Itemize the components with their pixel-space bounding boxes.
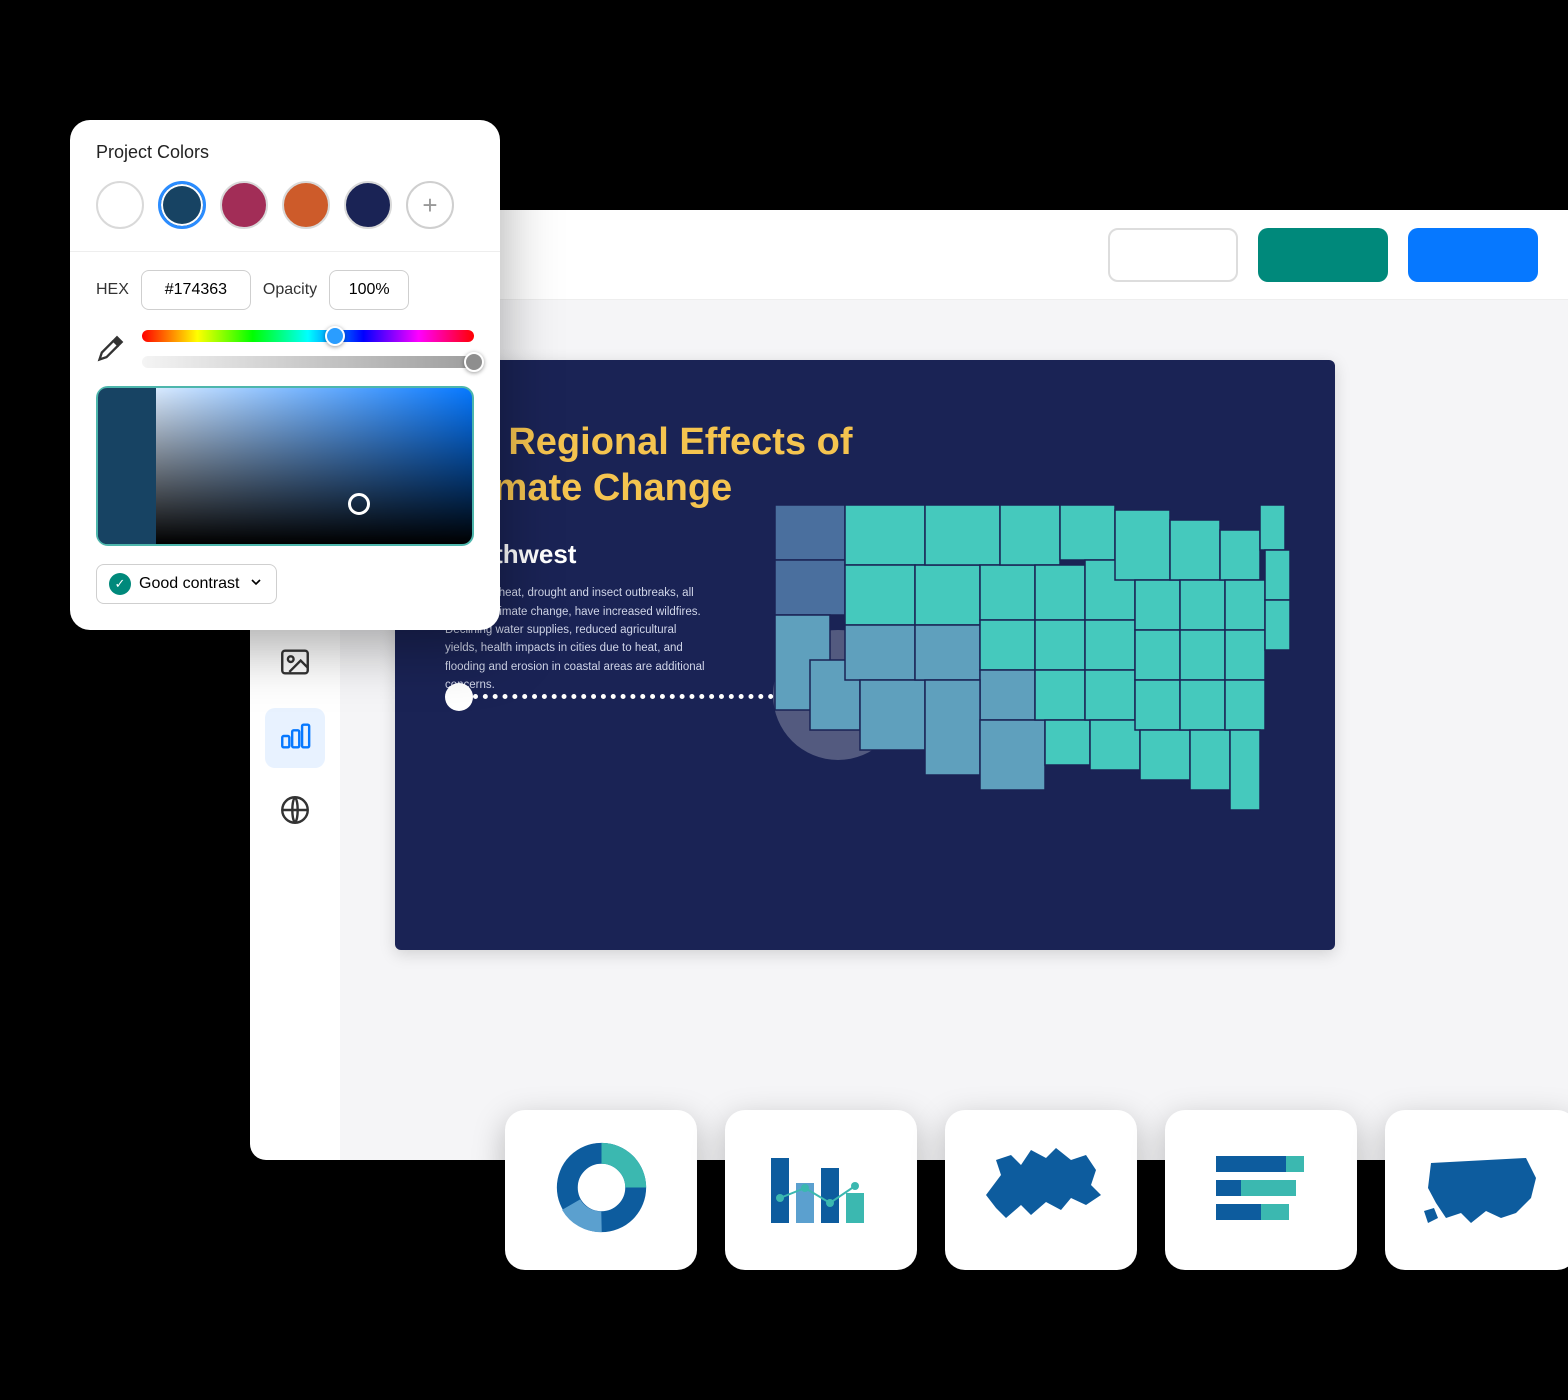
- hex-input[interactable]: [141, 270, 251, 310]
- sidebar-item-chart[interactable]: [265, 708, 325, 768]
- header-button-blue[interactable]: [1408, 228, 1538, 282]
- swatch-dark-blue[interactable]: [158, 181, 206, 229]
- add-swatch-button[interactable]: +: [406, 181, 454, 229]
- chart-icon: [278, 719, 312, 758]
- hex-label: HEX: [96, 281, 129, 299]
- canada-map-template[interactable]: [945, 1110, 1137, 1270]
- contrast-label: Good contrast: [139, 575, 240, 593]
- swatch-row: +: [96, 181, 474, 229]
- swatch-white[interactable]: [96, 181, 144, 229]
- header-button-outline[interactable]: [1108, 228, 1238, 282]
- horizontal-bar-icon: [1211, 1148, 1311, 1233]
- horizontal-bar-template[interactable]: [1165, 1110, 1357, 1270]
- opacity-label: Opacity: [263, 281, 317, 299]
- hex-row: HEX Opacity: [96, 270, 474, 310]
- plus-icon: +: [422, 190, 437, 221]
- hue-slider-thumb[interactable]: [325, 326, 345, 346]
- canvas-area: US Regional Effects of Climate Change So…: [340, 300, 1568, 1160]
- donut-chart-template[interactable]: [505, 1110, 697, 1270]
- color-field-thumb[interactable]: [348, 493, 370, 515]
- image-icon: [278, 645, 312, 684]
- us-map: [755, 480, 1295, 830]
- swatch-navy[interactable]: [344, 181, 392, 229]
- us-map-icon: [1416, 1143, 1546, 1238]
- slide[interactable]: US Regional Effects of Climate Change So…: [395, 360, 1335, 950]
- sidebar-item-image[interactable]: [265, 634, 325, 694]
- slide-dotted-line: [473, 694, 803, 699]
- color-picker-panel: Project Colors + HEX Opacity: [70, 120, 500, 630]
- checkmark-icon: ✓: [109, 573, 131, 595]
- slider-row: [96, 330, 474, 368]
- chevron-down-icon: [248, 574, 264, 595]
- bar-chart-icon: [766, 1148, 876, 1233]
- color-field[interactable]: [96, 386, 474, 546]
- sidebar-item-globe[interactable]: [265, 782, 325, 842]
- contrast-badge[interactable]: ✓ Good contrast: [96, 564, 277, 604]
- swatch-raspberry[interactable]: [220, 181, 268, 229]
- opacity-slider-thumb[interactable]: [464, 352, 484, 372]
- swatch-orange[interactable]: [282, 181, 330, 229]
- opacity-input[interactable]: [329, 270, 409, 310]
- hue-slider[interactable]: [142, 330, 474, 342]
- panel-divider: [70, 251, 500, 252]
- bar-chart-template[interactable]: [725, 1110, 917, 1270]
- panel-title: Project Colors: [96, 142, 474, 163]
- donut-chart-icon: [554, 1140, 649, 1240]
- slide-dot: [445, 683, 473, 711]
- canada-map-icon: [976, 1140, 1106, 1240]
- template-strip: [505, 1110, 1568, 1270]
- eyedropper-icon[interactable]: [96, 335, 124, 363]
- opacity-slider[interactable]: [142, 356, 474, 368]
- header-button-teal[interactable]: [1258, 228, 1388, 282]
- globe-icon: [278, 793, 312, 832]
- us-map-template[interactable]: [1385, 1110, 1568, 1270]
